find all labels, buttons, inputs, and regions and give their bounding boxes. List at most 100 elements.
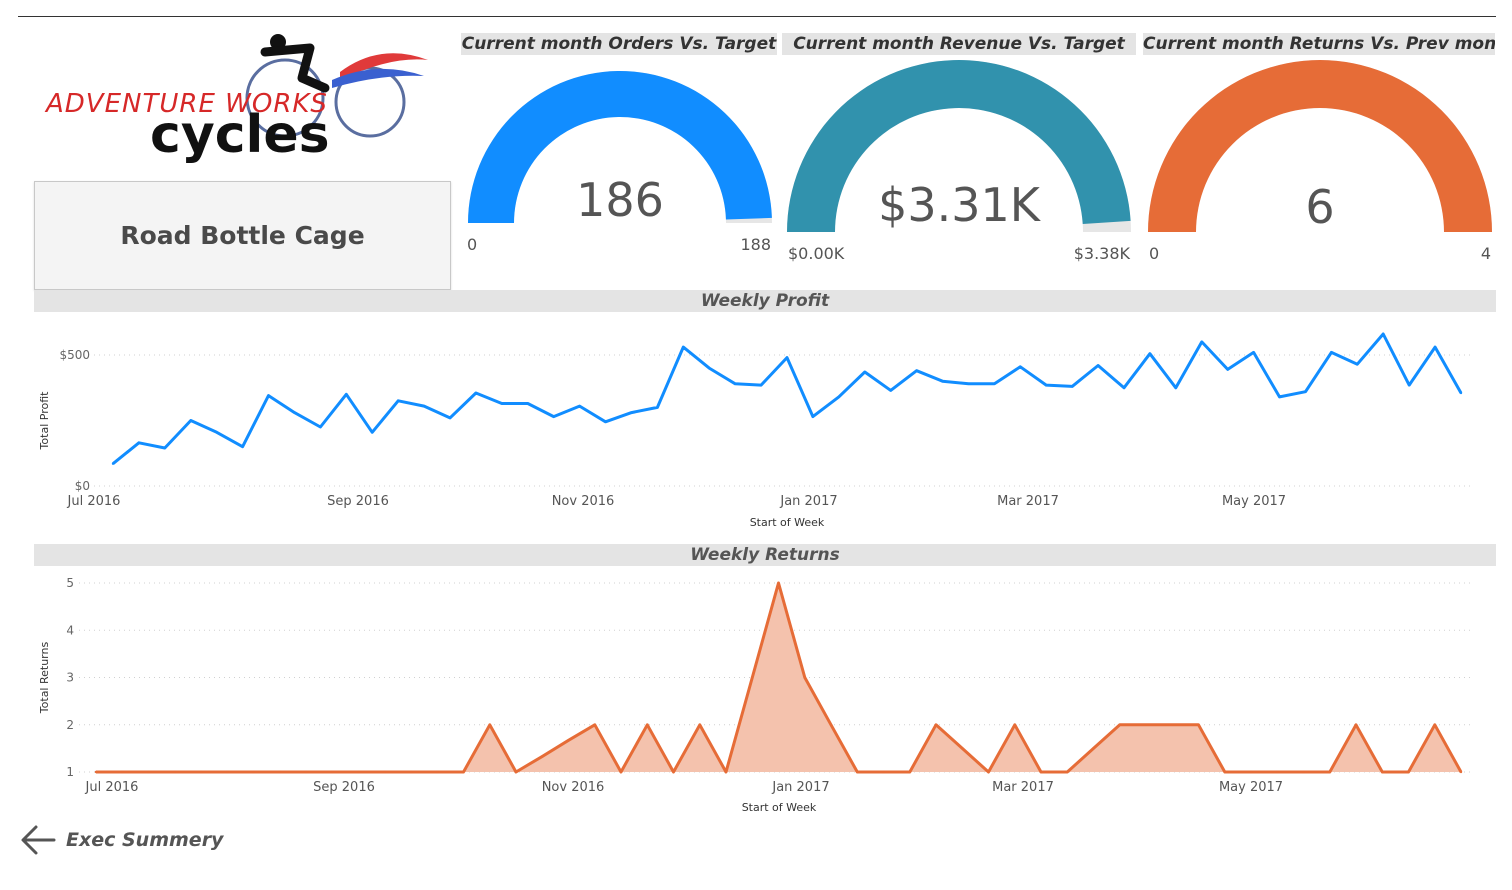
profit-data-point: [138, 442, 140, 444]
gauge-returns-value: 6: [1305, 180, 1334, 234]
returns-data-point: [830, 724, 832, 726]
profit-data-point: [1408, 384, 1410, 386]
returns-data-point: [1145, 724, 1147, 726]
profit-data-point: [475, 392, 477, 394]
profit-y-tick-label: $0: [75, 479, 90, 493]
profit-data-point: [682, 346, 684, 348]
returns-data-point: [1407, 771, 1409, 773]
profit-data-point: [267, 394, 269, 396]
returns-y-tick-label: 2: [66, 718, 74, 732]
returns-data-point: [1066, 771, 1068, 773]
profit-data-point: [1460, 392, 1462, 394]
returns-y-axis-title: Total Returns: [38, 642, 51, 715]
weekly-profit-chart: $0$500Jul 2016Sep 2016Nov 2016Jan 2017Ma…: [34, 316, 1496, 538]
returns-data-point: [1355, 724, 1357, 726]
returns-data-point: [1197, 724, 1199, 726]
returns-data-point: [357, 771, 359, 773]
returns-data-point: [804, 676, 806, 678]
profit-x-tick-label: Jul 2016: [67, 494, 121, 509]
returns-y-tick-label: 4: [66, 623, 74, 637]
profit-data-point: [527, 402, 529, 404]
profit-data-point: [967, 383, 969, 385]
gauge-revenue-title: Current month Revenue Vs. Target: [782, 33, 1136, 55]
adventure-works-logo: ADVENTURE WORKS cycles: [40, 30, 440, 170]
profit-data-point: [578, 405, 580, 407]
returns-data-point: [751, 676, 753, 678]
weekly-returns-chart: 12345Jul 2016Sep 2016Nov 2016Jan 2017Mar…: [34, 568, 1496, 818]
returns-x-tick-label: Sep 2016: [313, 780, 375, 795]
returns-y-tick-label: 3: [66, 671, 74, 685]
profit-data-point: [1278, 396, 1280, 398]
profit-data-point: [501, 402, 503, 404]
returns-x-tick-label: Jul 2016: [85, 780, 139, 795]
profit-data-point: [1123, 387, 1125, 389]
returns-data-point: [279, 771, 281, 773]
returns-data-point: [1250, 771, 1252, 773]
returns-data-point: [541, 755, 543, 757]
profit-data-point: [1045, 384, 1047, 386]
returns-x-tick-label: Jan 2017: [771, 780, 829, 795]
returns-data-point: [1014, 724, 1016, 726]
weekly-returns-title: Weekly Returns: [34, 544, 1496, 566]
top-divider: [18, 16, 1496, 17]
profit-data-point: [449, 417, 451, 419]
returns-data-point: [594, 724, 596, 726]
returns-data-point: [882, 771, 884, 773]
profit-data-point: [293, 411, 295, 413]
profit-data-point: [889, 389, 891, 391]
profit-data-point: [164, 447, 166, 449]
returns-data-point: [567, 739, 569, 741]
returns-data-point: [200, 771, 202, 773]
profit-data-point: [864, 371, 866, 373]
profit-data-point: [1382, 333, 1384, 335]
profit-data-point: [112, 463, 114, 465]
profit-data-point: [1097, 364, 1099, 366]
profit-data-point: [734, 383, 736, 385]
returns-data-point: [1092, 747, 1094, 749]
returns-data-point: [909, 771, 911, 773]
profit-data-point: [1434, 346, 1436, 348]
profit-data-point: [1356, 363, 1358, 365]
returns-data-point: [1460, 771, 1462, 773]
gauge-orders-min: 0: [467, 235, 477, 254]
profit-data-point: [656, 406, 658, 408]
profit-data-point: [1175, 387, 1177, 389]
returns-data-point: [410, 771, 412, 773]
returns-area-fill: [96, 583, 1461, 772]
profit-data-point: [604, 421, 606, 423]
back-label: Exec Summery: [66, 829, 223, 851]
profit-x-tick-label: Jan 2017: [779, 494, 837, 509]
profit-y-tick-label: $500: [59, 348, 90, 362]
returns-x-tick-label: Mar 2017: [992, 780, 1054, 795]
profit-data-point: [241, 446, 243, 448]
returns-data-point: [1224, 771, 1226, 773]
back-to-exec-summary-button[interactable]: Exec Summery: [20, 822, 223, 858]
gauge-orders-value: 186: [576, 173, 664, 227]
returns-data-point: [174, 771, 176, 773]
profit-data-point: [190, 419, 192, 421]
profit-x-tick-label: Mar 2017: [997, 494, 1059, 509]
returns-data-point: [699, 724, 701, 726]
product-slicer-card[interactable]: Road Bottle Cage: [34, 181, 451, 290]
profit-data-point: [838, 396, 840, 398]
returns-data-point: [672, 771, 674, 773]
returns-data-point: [777, 582, 779, 584]
returns-data-point: [226, 771, 228, 773]
gauge-revenue: $3.31K $0.00K $3.38K: [782, 58, 1136, 268]
gauge-revenue-max: $3.38K: [1074, 244, 1131, 263]
profit-data-point: [708, 367, 710, 369]
profit-y-axis-title: Total Profit: [38, 391, 51, 451]
returns-data-point: [1381, 771, 1383, 773]
returns-data-point: [95, 771, 97, 773]
profit-data-point: [1019, 366, 1021, 368]
profit-data-point: [941, 380, 943, 382]
product-name: Road Bottle Cage: [120, 221, 364, 250]
returns-data-point: [121, 771, 123, 773]
returns-data-point: [305, 771, 307, 773]
profit-data-point: [1201, 341, 1203, 343]
gauge-revenue-min: $0.00K: [788, 244, 845, 263]
profit-series-line: [113, 334, 1461, 464]
returns-data-point: [1276, 771, 1278, 773]
profit-data-point: [552, 415, 554, 417]
returns-data-point: [1302, 771, 1304, 773]
